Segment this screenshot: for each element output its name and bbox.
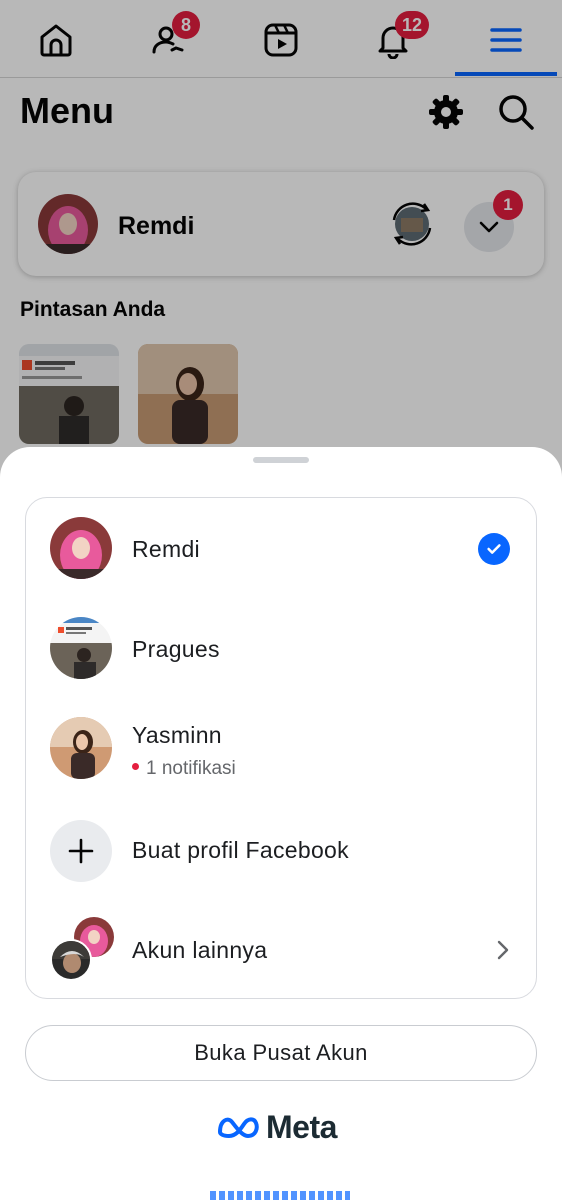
other-accounts-button[interactable]: Akun lainnya (26, 901, 538, 1001)
meta-logo: Meta (216, 1107, 337, 1147)
avatar (50, 617, 112, 679)
chevron-right-icon (497, 940, 509, 960)
account-switcher-sheet: Remdi Pragues Yasminn 1 notifikasi Buat … (0, 447, 562, 1200)
avatar (50, 517, 112, 579)
other-accounts-label: Akun lainnya (132, 937, 268, 963)
checkmark-icon (478, 533, 510, 565)
account-name: Pragues (132, 636, 220, 662)
sheet-drag-handle[interactable] (253, 457, 309, 463)
meta-brand-text: Meta (266, 1108, 337, 1145)
avatar (50, 717, 112, 779)
open-account-center-button[interactable]: Buka Pusat Akun (25, 1025, 537, 1081)
create-profile-label: Buat profil Facebook (132, 837, 349, 863)
list-item-account-yasminn[interactable]: Yasminn 1 notifikasi (26, 698, 538, 798)
account-name: Remdi (132, 536, 200, 562)
accounts-list: Remdi Pragues Yasminn 1 notifikasi Buat … (25, 497, 537, 999)
notification-dot (132, 763, 139, 771)
notification-count: 1 notifikasi (132, 758, 236, 780)
truncated-footer-text (210, 1191, 350, 1200)
avatar (50, 939, 92, 981)
account-name: Yasminn (132, 722, 222, 748)
list-item-account-remdi[interactable]: Remdi (26, 498, 538, 598)
list-item-account-pragues[interactable]: Pragues (26, 598, 538, 698)
stacked-avatars (50, 917, 116, 983)
meta-infinity-icon (218, 1117, 259, 1138)
plus-icon (50, 820, 112, 882)
create-profile-button[interactable]: Buat profil Facebook (26, 801, 538, 901)
